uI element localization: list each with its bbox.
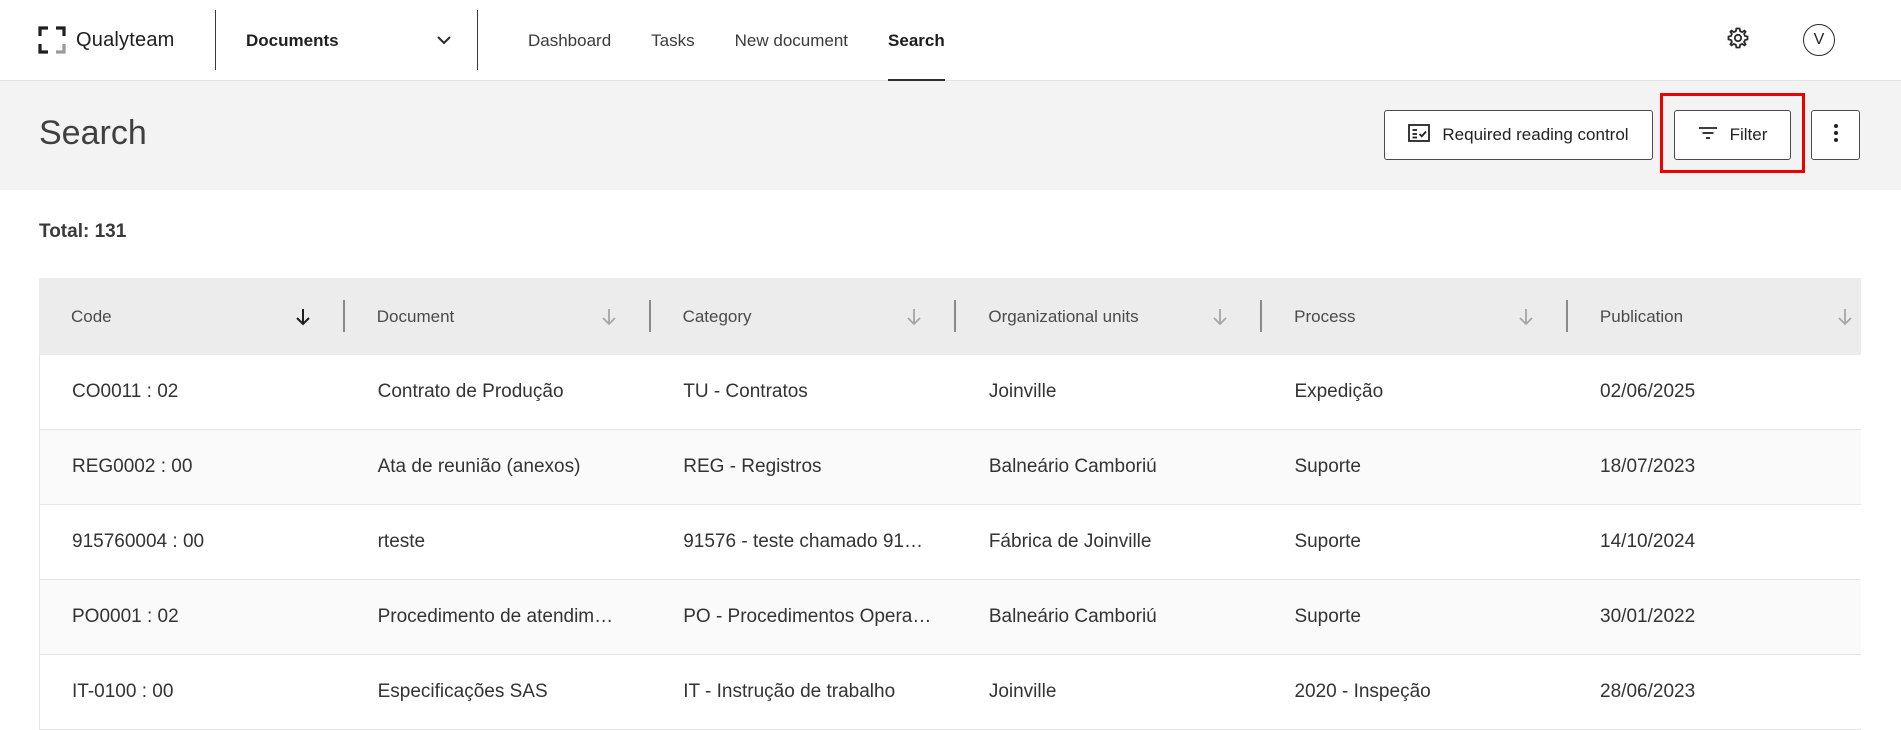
checklist-icon: [1408, 123, 1431, 147]
avatar[interactable]: V: [1803, 24, 1835, 56]
logo[interactable]: Qualyteam: [38, 24, 175, 56]
column-header-code[interactable]: Code: [39, 278, 345, 355]
module-select[interactable]: Documents: [216, 0, 462, 81]
sort-arrow-down-icon[interactable]: [599, 306, 619, 328]
cell-publication: 28/06/2023: [1600, 681, 1696, 702]
qualyteam-logo-icon: [38, 26, 66, 54]
cell-publication: 02/06/2025: [1600, 381, 1696, 402]
main-nav: Dashboard Tasks New document Search: [528, 0, 945, 81]
cell-document: Especificações SAS: [377, 681, 548, 702]
cell-process: 2020 - Inspeção: [1294, 681, 1431, 702]
cell-organizational-units: Fábrica de Joinville: [988, 531, 1152, 552]
kebab-menu-icon: [1833, 123, 1839, 148]
table-row[interactable]: REG0002 : 00 Ata de reunião (anexos) REG…: [39, 430, 1861, 505]
cell-process: Suporte: [1294, 531, 1361, 552]
nav-dashboard[interactable]: Dashboard: [528, 0, 611, 81]
nav-new-document[interactable]: New document: [735, 0, 848, 81]
column-header-label: Category: [682, 306, 752, 326]
cell-code: 915760004 : 00: [72, 531, 205, 552]
filter-label: Filter: [1729, 125, 1768, 144]
top-bar: Qualyteam Documents Dashboard Tasks New …: [0, 0, 1901, 81]
sort-arrow-down-icon[interactable]: [1210, 306, 1230, 328]
cell-category: PO - Procedimentos Opera…: [683, 606, 932, 627]
column-header-publication[interactable]: Publication: [1568, 278, 1861, 355]
required-reading-control-label: Required reading control: [1442, 125, 1629, 144]
cell-code: PO0001 : 02: [72, 606, 179, 627]
cell-code: REG0002 : 00: [72, 456, 193, 477]
cell-document: rteste: [377, 531, 426, 552]
column-header-process[interactable]: Process: [1262, 278, 1568, 355]
column-header-label: Process: [1294, 306, 1356, 326]
column-header-label: Publication: [1599, 306, 1684, 326]
table-row[interactable]: IT-0100 : 00 Especificações SAS IT - Ins…: [39, 655, 1861, 730]
table-row[interactable]: CO0011 : 02 Contrato de Produção TU - Co…: [39, 355, 1861, 430]
module-select-label: Documents: [246, 30, 339, 50]
cell-organizational-units: Balneário Camboriú: [988, 606, 1157, 627]
cell-publication: 18/07/2023: [1600, 456, 1696, 477]
table-row[interactable]: PO0001 : 02 Procedimento de atendim… PO …: [39, 580, 1861, 655]
cell-category: REG - Registros: [683, 456, 822, 477]
table-header: Code Document Category Organizational un…: [39, 278, 1861, 355]
table-row[interactable]: 915760004 : 00 rteste 91576 - teste cham…: [39, 505, 1861, 580]
cell-category: 91576 - teste chamado 91…: [683, 531, 923, 552]
cell-document: Procedimento de atendim…: [377, 606, 614, 627]
column-header-organizational-units[interactable]: Organizational units: [956, 278, 1263, 355]
sort-arrow-down-icon[interactable]: [904, 306, 924, 328]
logo-text: Qualyteam: [76, 28, 175, 51]
sort-arrow-down-icon[interactable]: [1516, 306, 1536, 328]
column-header-label: Document: [376, 306, 455, 326]
column-header-label: Organizational units: [988, 306, 1139, 326]
cell-code: IT-0100 : 00: [72, 681, 174, 702]
cell-document: Contrato de Produção: [377, 381, 564, 402]
cell-organizational-units: Joinville: [988, 681, 1057, 702]
cell-code: CO0011 : 02: [72, 381, 179, 402]
settings-button[interactable]: [1722, 24, 1754, 56]
nav-tasks[interactable]: Tasks: [651, 0, 694, 81]
required-reading-control-button[interactable]: Required reading control: [1384, 110, 1653, 160]
documents-table: Code Document Category Organizational un…: [39, 278, 1861, 730]
nav-search[interactable]: Search: [888, 0, 945, 81]
column-header-label: Code: [71, 306, 112, 326]
divider: [477, 10, 478, 70]
gear-icon: [1726, 26, 1750, 55]
page-title: Search: [39, 114, 147, 152]
cell-publication: 14/10/2024: [1600, 531, 1696, 552]
sort-arrow-down-icon[interactable]: [1835, 306, 1855, 328]
cell-category: IT - Instrução de trabalho: [683, 681, 896, 702]
sort-arrow-down-icon[interactable]: [293, 306, 313, 328]
column-header-document[interactable]: Document: [345, 278, 651, 355]
cell-process: Suporte: [1294, 456, 1361, 477]
cell-process: Expedição: [1294, 381, 1384, 402]
cell-category: TU - Contratos: [683, 381, 808, 402]
cell-organizational-units: Joinville: [988, 381, 1057, 402]
cell-organizational-units: Balneário Camboriú: [988, 456, 1157, 477]
more-options-button[interactable]: [1811, 110, 1860, 160]
filter-icon: [1698, 125, 1718, 145]
cell-publication: 30/01/2022: [1600, 606, 1696, 627]
total-count: Total: 131: [39, 221, 127, 242]
cell-document: Ata de reunião (anexos): [377, 456, 581, 477]
chevron-down-icon: [436, 32, 452, 50]
cell-process: Suporte: [1294, 606, 1361, 627]
column-header-category[interactable]: Category: [651, 278, 957, 355]
page-header: Search Required reading control Filter: [0, 81, 1901, 190]
filter-button[interactable]: Filter: [1674, 110, 1791, 160]
